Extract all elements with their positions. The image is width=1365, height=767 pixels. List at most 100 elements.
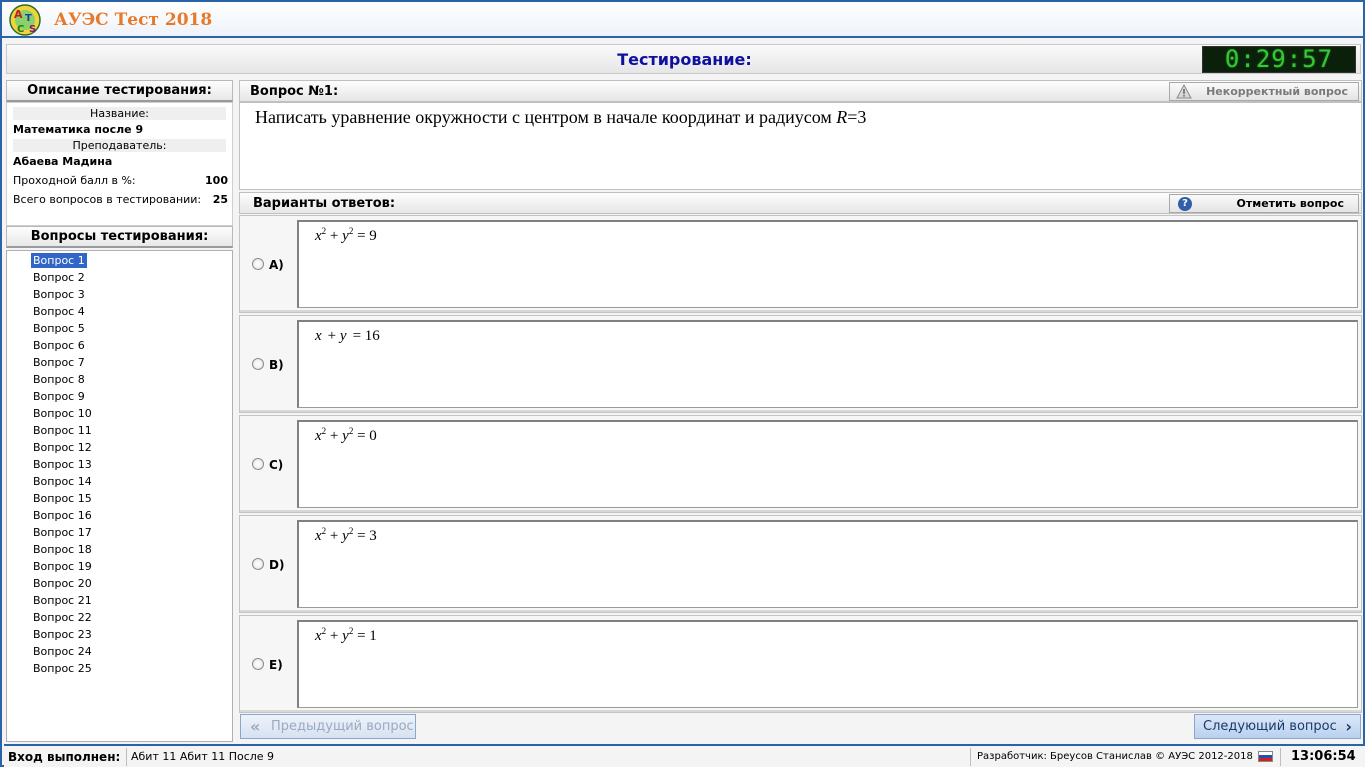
answer-letter: D)	[269, 558, 285, 572]
language-flag-icon[interactable]	[1258, 751, 1273, 762]
answer-content: x2 + y2 = 9	[297, 220, 1358, 308]
question-list-item[interactable]: Вопрос 3	[31, 287, 87, 302]
next-question-button[interactable]: Следующий вопрос ›	[1194, 714, 1361, 739]
answer-formula: x2 + y2 = 3	[315, 526, 377, 544]
question-list-item[interactable]: Вопрос 16	[31, 508, 94, 523]
question-list-item[interactable]: Вопрос 15	[31, 491, 94, 506]
answer-option[interactable]: E) x2 + y2 = 1	[239, 615, 1362, 713]
answer-option[interactable]: C) x2 + y2 = 0	[239, 415, 1362, 513]
mark-question-button[interactable]: ? Отметить вопрос	[1169, 194, 1359, 213]
question-text: Написать уравнение окружности с центром …	[239, 102, 1362, 190]
answer-letter: B)	[269, 358, 284, 372]
question-list-item[interactable]: Вопрос 6	[31, 338, 87, 353]
report-incorrect-label: Некорректный вопрос	[1206, 85, 1348, 98]
answer-content: x2 + y2 = 3	[297, 520, 1358, 608]
answer-rhs: 9	[369, 228, 377, 244]
answer-formula: x2 + y2 = 0	[315, 426, 377, 444]
question-list[interactable]: Вопрос 1 Вопрос 2 Вопрос 3 Вопрос 4 Вопрос 5…	[6, 250, 233, 742]
description-heading: Описание тестирования:	[6, 80, 233, 102]
answer-rhs: 3	[369, 528, 377, 544]
testing-header: Тестирование: 0:29:57	[6, 44, 1361, 74]
question-list-item[interactable]: Вопрос 13	[31, 457, 94, 472]
answer-rhs: 16	[364, 328, 380, 344]
answers-label: Варианты ответов:	[253, 196, 396, 211]
question-list-item[interactable]: Вопрос 7	[31, 355, 87, 370]
title-bar: A T C S АУЭС Тест 2018	[2, 2, 1363, 38]
answer-rhs: 1	[369, 628, 377, 644]
question-list-item[interactable]: Вопрос 19	[31, 559, 94, 574]
pass-score-row: Проходной балл в %: 100	[13, 174, 228, 188]
current-user: Абит 11 Абит 11 После 9	[126, 748, 274, 766]
pass-score-label: Проходной балл в %:	[13, 174, 136, 187]
report-incorrect-button[interactable]: Некорректный вопрос	[1169, 82, 1359, 101]
answer-option[interactable]: B) x + y = 16	[239, 315, 1362, 413]
mark-question-label: Отметить вопрос	[1236, 197, 1345, 210]
question-list-item[interactable]: Вопрос 14	[31, 474, 94, 489]
question-list-item[interactable]: Вопрос 20	[31, 576, 94, 591]
question-list-item[interactable]: Вопрос 10	[31, 406, 94, 421]
answer-rhs: 0	[369, 428, 377, 444]
answer-formula: x + y = 16	[315, 328, 380, 344]
app-window: A T C S АУЭС Тест 2018 Тестирование: 0:2…	[0, 0, 1365, 767]
previous-question-button[interactable]: « Предыдущий вопрос	[240, 714, 416, 739]
question-list-item[interactable]: Вопрос 11	[31, 423, 94, 438]
answer-letter: C)	[269, 458, 284, 472]
next-question-label: Следующий вопрос	[1203, 719, 1337, 734]
login-status-label: Вход выполнен:	[8, 750, 121, 764]
question-list-item[interactable]: Вопрос 24	[31, 644, 94, 659]
question-list-item[interactable]: Вопрос 9	[31, 389, 87, 404]
chevron-right-icon: ›	[1345, 717, 1352, 736]
countdown-timer: 0:29:57	[1202, 46, 1356, 73]
question-list-item[interactable]: Вопрос 18	[31, 542, 94, 557]
answer-formula: x2 + y2 = 1	[315, 626, 377, 644]
answer-option[interactable]: A) x2 + y2 = 9	[239, 215, 1362, 313]
teacher-value: Абаева Мадина	[13, 155, 113, 168]
status-bar: Вход выполнен: Абит 11 Абит 11 После 9 Р…	[4, 744, 1365, 767]
question-list-item[interactable]: Вопрос 25	[31, 661, 94, 676]
help-icon: ?	[1178, 197, 1192, 211]
question-list-item[interactable]: Вопрос 23	[31, 627, 94, 642]
answers-header: Варианты ответов: ? Отметить вопрос	[239, 192, 1362, 214]
answer-content: x + y = 16	[297, 320, 1358, 408]
questions-heading: Вопросы тестирования:	[6, 226, 233, 248]
developer-credit: Разработчик: Бреусов Станислав © АУЭС 20…	[970, 748, 1253, 766]
question-list-item[interactable]: Вопрос 1	[30, 252, 88, 269]
question-list-item[interactable]: Вопрос 2	[31, 270, 87, 285]
clock: 13:06:54	[1280, 748, 1356, 766]
svg-text:C: C	[17, 24, 24, 35]
app-title: АУЭС Тест 2018	[54, 10, 213, 30]
answer-radio[interactable]	[252, 558, 264, 570]
answer-radio[interactable]	[252, 358, 264, 370]
question-list-item[interactable]: Вопрос 21	[31, 593, 94, 608]
page-title: Тестирование:	[617, 50, 752, 69]
previous-question-label: Предыдущий вопрос	[271, 719, 414, 734]
answer-content: x2 + y2 = 0	[297, 420, 1358, 508]
answer-radio[interactable]	[252, 658, 264, 670]
question-number-label: Вопрос №1:	[250, 84, 339, 99]
chevron-left-icon: «	[250, 717, 261, 736]
total-questions-label: Всего вопросов в тестировании:	[13, 193, 202, 206]
total-questions-value: 25	[212, 193, 228, 206]
question-list-item[interactable]: Вопрос 12	[31, 440, 94, 455]
question-list-item[interactable]: Вопрос 5	[31, 321, 87, 336]
teacher-label: Преподаватель:	[13, 139, 226, 152]
question-list-item[interactable]: Вопрос 17	[31, 525, 94, 540]
answer-radio[interactable]	[252, 258, 264, 270]
svg-text:A: A	[14, 8, 23, 21]
answer-formula: x2 + y2 = 9	[315, 226, 377, 244]
name-value: Математика после 9	[13, 123, 144, 136]
question-list-item[interactable]: Вопрос 4	[31, 304, 87, 319]
svg-text:S: S	[29, 24, 36, 35]
answer-option[interactable]: D) x2 + y2 = 3	[239, 515, 1362, 613]
question-list-item[interactable]: Вопрос 22	[31, 610, 94, 625]
answer-content: x2 + y2 = 1	[297, 620, 1358, 708]
app-logo-icon: A T C S	[9, 4, 41, 36]
answer-radio[interactable]	[252, 458, 264, 470]
question-list-item[interactable]: Вопрос 8	[31, 372, 87, 387]
pass-score-value: 100	[205, 174, 228, 187]
name-label: Название:	[13, 107, 226, 120]
left-panel: Описание тестирования: Название: Математ…	[6, 80, 233, 742]
answer-letter: A)	[269, 258, 284, 272]
question-text-variable: R	[836, 107, 848, 127]
description-panel: Название: Математика после 9 Преподавате…	[6, 102, 233, 226]
